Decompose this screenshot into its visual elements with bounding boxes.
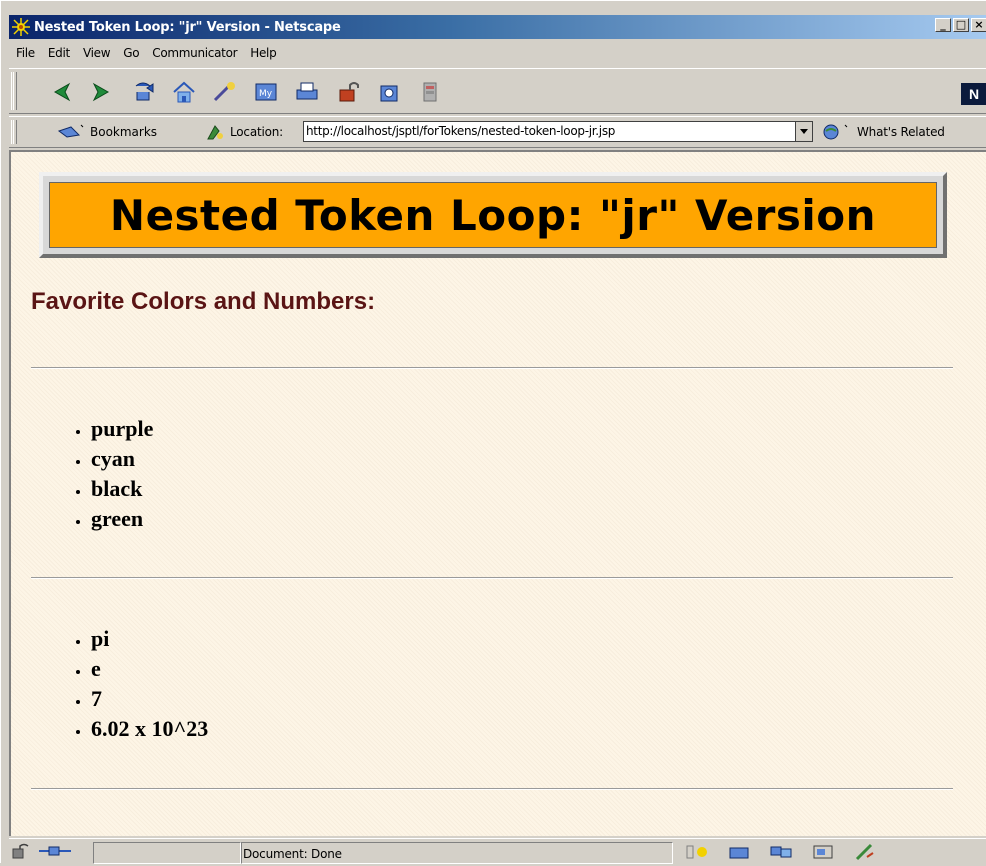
status-bar: Document: Done xyxy=(9,838,986,865)
page-content: Nested Token Loop: "jr" Version Favorite… xyxy=(9,150,986,836)
security-icon[interactable] xyxy=(334,78,362,106)
location-icon[interactable] xyxy=(205,123,225,141)
status-text: Document: Done xyxy=(243,847,342,861)
netscape-app-icon xyxy=(12,18,30,36)
my-netscape-icon[interactable]: My xyxy=(252,78,280,106)
menu-edit[interactable]: Edit xyxy=(41,46,76,60)
colors-list: purple cyan black green xyxy=(31,414,153,534)
url-input[interactable]: http://localhost/jsptl/forTokens/nested-… xyxy=(303,121,795,142)
location-toolbar: Bookmarks Location: http://localhost/jsp… xyxy=(9,116,986,148)
bookmarks-label: Bookmarks xyxy=(90,125,158,139)
horizontal-rule xyxy=(31,577,953,579)
whats-related-label: What's Related xyxy=(857,125,945,139)
discussions-icon[interactable] xyxy=(769,843,793,861)
menu-communicator[interactable]: Communicator xyxy=(145,46,243,60)
page-title: Nested Token Loop: "jr" Version xyxy=(109,190,877,240)
list-item: purple xyxy=(91,414,153,444)
home-icon[interactable] xyxy=(170,78,198,106)
toolbar-grip[interactable] xyxy=(11,120,17,144)
toolbar-grip[interactable] xyxy=(11,72,17,110)
forward-icon[interactable] xyxy=(88,78,116,106)
list-item: green xyxy=(91,504,153,534)
page-banner: Nested Token Loop: "jr" Version xyxy=(39,172,947,258)
list-item: cyan xyxy=(91,444,153,474)
menu-help[interactable]: Help xyxy=(243,46,282,60)
mail-icon[interactable] xyxy=(727,843,751,861)
menu-go[interactable]: Go xyxy=(116,46,145,60)
list-item: 7 xyxy=(91,684,208,714)
horizontal-rule xyxy=(31,788,953,790)
banner-inner: Nested Token Loop: "jr" Version xyxy=(49,182,937,248)
menu-bar: File Edit View Go Communicator Help xyxy=(9,41,986,65)
menu-view[interactable]: View xyxy=(76,46,116,60)
location-label: Location: xyxy=(205,123,283,141)
url-dropdown-button[interactable] xyxy=(795,121,813,142)
bookmarks-button[interactable]: Bookmarks xyxy=(57,123,157,141)
navigation-toolbar: My N xyxy=(9,68,986,114)
menu-file[interactable]: File xyxy=(9,46,41,60)
section-heading: Favorite Colors and Numbers: xyxy=(31,288,376,315)
title-bar[interactable]: Nested Token Loop: "jr" Version - Netsca… xyxy=(9,15,986,39)
composer-icon[interactable] xyxy=(853,843,877,861)
bookmarks-icon xyxy=(57,123,85,141)
window-title: Nested Token Loop: "jr" Version - Netsca… xyxy=(34,19,341,35)
minimize-button[interactable]: _ xyxy=(935,18,951,32)
back-icon[interactable] xyxy=(47,78,75,106)
address-book-icon[interactable] xyxy=(811,843,835,861)
progress-cell xyxy=(93,842,241,864)
browser-window: Nested Token Loop: "jr" Version - Netsca… xyxy=(0,0,986,865)
list-item: black xyxy=(91,474,153,504)
maximize-button[interactable]: □ xyxy=(953,18,969,32)
netscape-logo[interactable]: N xyxy=(961,83,986,105)
list-item: pi xyxy=(91,624,208,654)
close-button[interactable]: × xyxy=(971,18,986,32)
component-bar-icon[interactable] xyxy=(685,843,709,861)
stop-icon[interactable] xyxy=(416,78,444,106)
location-label-text: Location: xyxy=(230,125,283,139)
search-icon[interactable] xyxy=(211,78,239,106)
numbers-list: pi e 7 6.02 x 10^23 xyxy=(31,624,208,744)
horizontal-rule xyxy=(31,367,953,369)
reload-icon[interactable] xyxy=(129,78,157,106)
connection-icon[interactable] xyxy=(37,843,73,864)
list-item: 6.02 x 10^23 xyxy=(91,714,208,744)
security-lock-icon[interactable] xyxy=(11,843,33,864)
whats-related-icon xyxy=(821,123,851,141)
print-icon[interactable] xyxy=(293,78,321,106)
shop-icon[interactable] xyxy=(375,78,403,106)
list-item: e xyxy=(91,654,208,684)
whats-related-button[interactable]: What's Related xyxy=(821,123,945,141)
svg-text:My: My xyxy=(259,89,273,99)
